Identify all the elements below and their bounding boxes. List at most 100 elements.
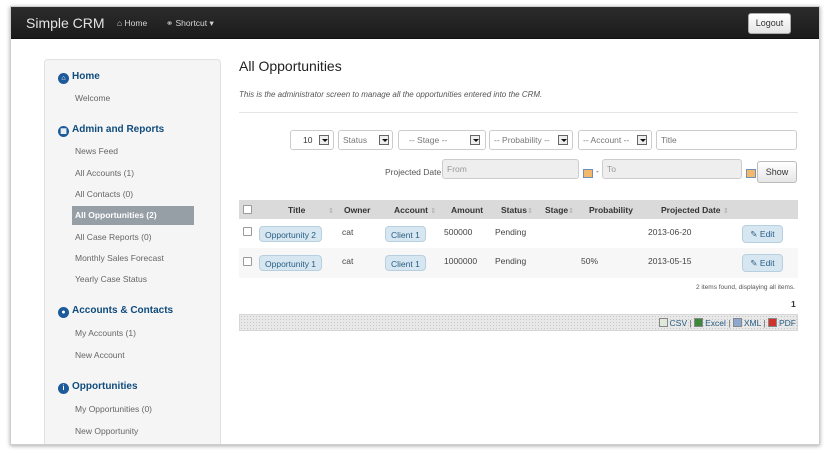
stage-filter-value: -- Stage -- xyxy=(409,135,448,145)
chevron-down-icon xyxy=(558,135,568,145)
dashboard-icon: ▦ xyxy=(58,126,69,137)
projected-date-cell: 2013-05-15 xyxy=(648,256,692,266)
user-icon: ● xyxy=(58,307,69,318)
edit-icon: ✎ xyxy=(750,258,760,268)
show-button[interactable]: Show xyxy=(757,161,797,183)
excel-icon xyxy=(694,318,704,327)
sort-icon: ⇕ xyxy=(328,208,334,215)
sidebar-item-new-account[interactable]: New Account xyxy=(75,350,125,360)
nav-shortcut-label: Shortcut xyxy=(175,18,208,28)
sidebar-item-my-opportunities[interactable]: My Opportunities (0) xyxy=(75,404,152,414)
edit-button-label: Edit xyxy=(759,229,775,239)
nav-home-link[interactable]: ⌂ Home xyxy=(117,18,147,28)
column-account-label: Account xyxy=(394,205,428,215)
amount-cell: 1000000 xyxy=(444,256,478,266)
calendar-icon[interactable] xyxy=(583,169,593,178)
sidebar-item-all-opportunities[interactable]: All Opportunities (2) xyxy=(72,206,194,225)
logout-button[interactable]: Logout xyxy=(748,13,791,34)
sidebar-header-home: ⌂ Home xyxy=(58,71,100,84)
separator: | xyxy=(689,318,692,328)
edit-button[interactable]: ✎ Edit xyxy=(742,225,783,243)
title-search-input[interactable] xyxy=(656,130,797,150)
sidebar: ⌂ Home Welcome ▦ Admin and Reports News Fe… xyxy=(44,59,221,444)
divider xyxy=(239,112,798,113)
edit-button[interactable]: ✎ Edit xyxy=(742,254,783,272)
calendar-icon[interactable] xyxy=(746,169,756,178)
sort-icon: ⇕ xyxy=(526,208,533,215)
sidebar-item-monthly-sales-forecast[interactable]: Monthly Sales Forecast xyxy=(75,253,164,263)
column-status-label: Status xyxy=(501,205,527,215)
account-link[interactable]: Client 1 xyxy=(385,255,426,271)
sidebar-header-accounts-contacts: ● Accounts & Contacts xyxy=(58,305,173,318)
status-cell: Pending xyxy=(495,256,527,266)
account-link[interactable]: Client 1 xyxy=(385,226,426,242)
opportunity-title-link[interactable]: Opportunity 1 xyxy=(259,255,323,271)
probability-filter-value: -- Probability -- xyxy=(494,135,550,145)
column-owner[interactable]: Owner xyxy=(344,205,370,215)
from-date-input[interactable]: From xyxy=(442,159,579,179)
sidebar-item-yearly-case-status[interactable]: Yearly Case Status xyxy=(75,274,147,284)
sidebar-item-my-accounts[interactable]: My Accounts (1) xyxy=(75,328,136,338)
status-filter-value: Status xyxy=(343,135,368,145)
separator: | xyxy=(728,318,731,328)
nav-shortcut-dropdown[interactable]: ⚭ Shortcut ▾ xyxy=(166,18,214,29)
column-account[interactable]: Account ⇕ xyxy=(394,205,436,215)
column-stage-label: Stage xyxy=(545,205,569,215)
column-probability[interactable]: Probability xyxy=(589,205,633,215)
page-number[interactable]: 1 xyxy=(791,299,796,309)
row-checkbox[interactable] xyxy=(243,227,252,236)
page-size-value: 10 xyxy=(303,135,313,145)
owner-cell: cat xyxy=(342,227,354,237)
account-filter-value: -- Account -- xyxy=(583,135,630,145)
csv-icon xyxy=(658,318,668,327)
column-projected-date-label: Projected Date xyxy=(661,205,721,215)
column-title[interactable]: Title xyxy=(288,205,305,215)
status-cell: Pending xyxy=(495,227,527,237)
sidebar-item-new-opportunity[interactable]: New Opportunity xyxy=(75,426,138,436)
csv-export-link[interactable]: CSV xyxy=(658,318,687,328)
pdf-export-link[interactable]: PDF xyxy=(768,318,796,328)
column-status[interactable]: Status⇕ xyxy=(501,205,533,215)
column-amount[interactable]: Amount xyxy=(451,205,483,215)
pdf-label: PDF xyxy=(779,318,796,328)
page-size-select[interactable]: 10 xyxy=(290,130,334,150)
sort-icon: ⇕ xyxy=(568,208,575,215)
table-header: Title ⇕ Owner Account ⇕ Amount Status⇕ S… xyxy=(239,200,798,219)
nav-home-label: Home xyxy=(124,18,148,28)
row-checkbox[interactable] xyxy=(243,257,252,266)
probability-filter-select[interactable]: -- Probability -- xyxy=(489,130,573,150)
sidebar-header-opportunities-label: Opportunities xyxy=(72,381,138,392)
account-filter-select[interactable]: -- Account -- xyxy=(578,130,652,150)
top-navbar: Simple CRM ⌂ Home ⚭ Shortcut ▾ Logout xyxy=(11,7,819,39)
chevron-down-icon xyxy=(319,135,329,145)
app-window: Simple CRM ⌂ Home ⚭ Shortcut ▾ Logout ⌂ H… xyxy=(10,6,820,445)
probability-cell: 50% xyxy=(581,256,599,266)
chevron-down-icon xyxy=(637,135,647,145)
sidebar-item-all-contacts[interactable]: All Contacts (0) xyxy=(75,189,133,199)
column-stage[interactable]: Stage⇕ xyxy=(545,205,574,215)
amount-cell: 500000 xyxy=(444,227,473,237)
sidebar-item-all-accounts[interactable]: All Accounts (1) xyxy=(75,168,134,178)
to-date-input[interactable]: To xyxy=(602,159,742,179)
owner-cell: cat xyxy=(342,256,354,266)
stage-filter-select[interactable]: -- Stage -- xyxy=(398,130,486,150)
caret-down-icon: ▾ xyxy=(207,18,214,28)
opportunity-title-link[interactable]: Opportunity 2 xyxy=(259,226,323,242)
column-title-label: Title xyxy=(288,205,306,215)
excel-export-link[interactable]: Excel xyxy=(694,318,726,328)
column-projected-date[interactable]: Projected Date ⇕ xyxy=(661,205,729,215)
select-all-checkbox[interactable] xyxy=(243,205,252,214)
sidebar-header-admin-label: Admin and Reports xyxy=(72,124,165,135)
info-icon: i xyxy=(58,383,69,394)
status-filter-select[interactable]: Status xyxy=(338,130,393,150)
xml-export-link[interactable]: XML xyxy=(732,318,762,328)
sidebar-header-admin: ▦ Admin and Reports xyxy=(58,124,164,137)
sidebar-item-welcome[interactable]: Welcome xyxy=(75,93,110,103)
projected-date-label: Projected Date xyxy=(385,167,442,177)
brand-logo[interactable]: Simple CRM xyxy=(26,15,105,31)
sidebar-item-news-feed[interactable]: News Feed xyxy=(75,146,118,156)
sidebar-header-home-label: Home xyxy=(72,71,100,82)
sidebar-item-all-case-reports[interactable]: All Case Reports (0) xyxy=(75,232,152,242)
xml-icon xyxy=(732,318,742,327)
xml-label: XML xyxy=(743,318,762,328)
